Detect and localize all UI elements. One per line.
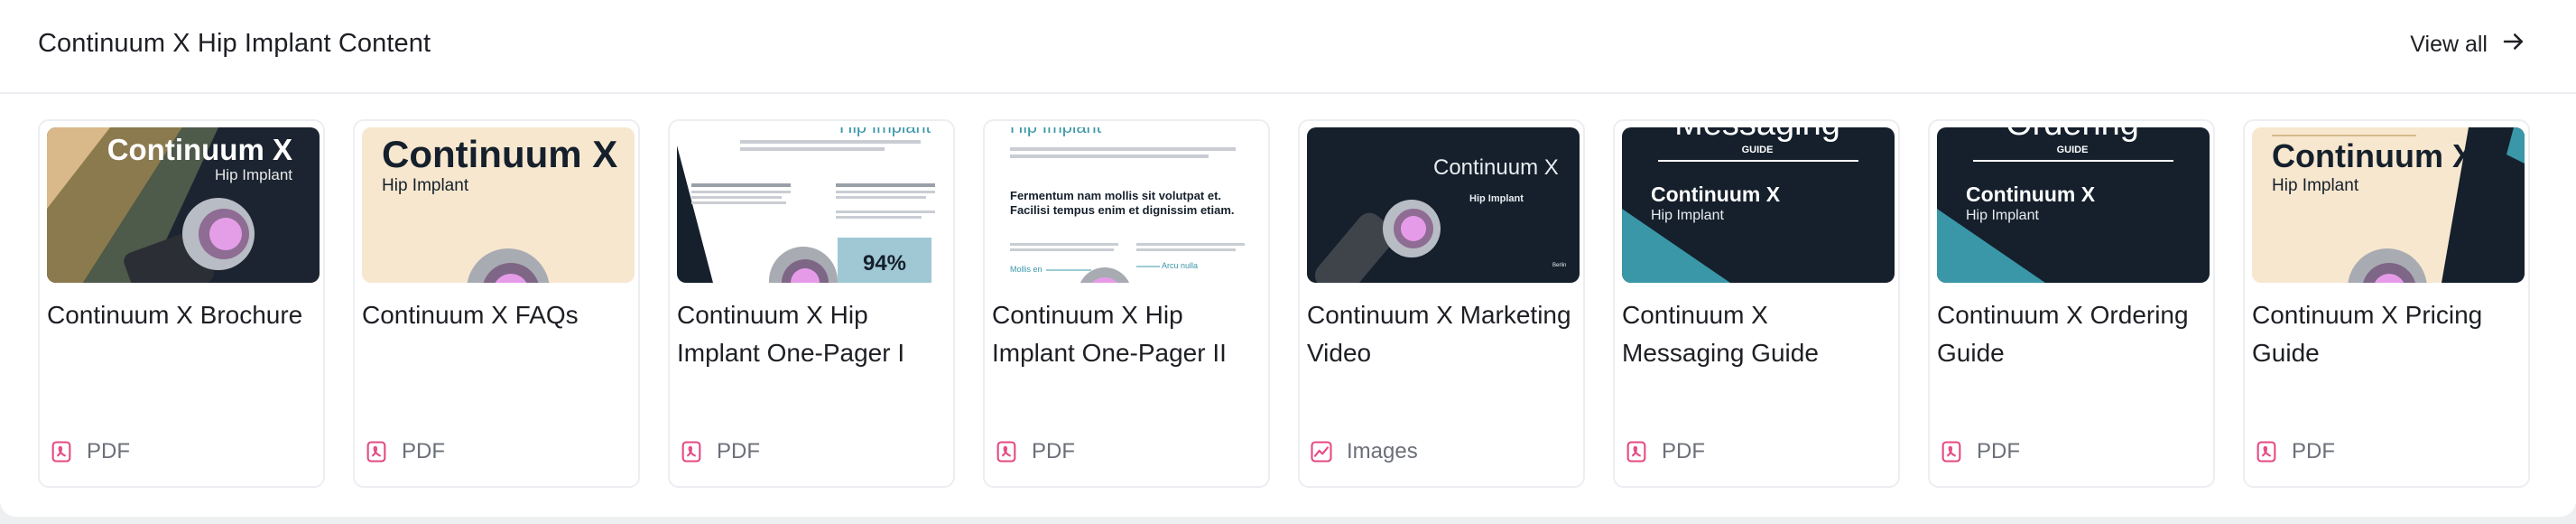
thumb-top: Ordering	[2006, 127, 2139, 143]
card-type: PDF	[49, 439, 130, 464]
card-title: Continuum X Ordering Guide	[1937, 301, 2189, 367]
content-panel: Continuum X Hip Implant Content View all…	[0, 0, 2576, 517]
card-type: PDF	[1624, 439, 1705, 464]
thumb-top: Messaging	[1674, 127, 1840, 143]
card-thumbnail: Messaging GUIDE Continuum X Hip Implant	[1622, 127, 1895, 283]
content-card[interactable]: Continuum X Hip Implant Continuum X Broc…	[38, 119, 325, 488]
card-type: PDF	[2254, 439, 2335, 464]
card-type-label: PDF	[1977, 439, 2020, 463]
content-card[interactable]: Hip Implant Fermentum nam mollis sit vol…	[983, 119, 1270, 488]
content-card[interactable]: Continuum X Hip Implant Berlin Continuum…	[1298, 119, 1585, 488]
card-title: Continuum X Messaging Guide	[1622, 301, 1819, 367]
content-card[interactable]: Hip Implant 94% Continuum X Hip Implant …	[668, 119, 955, 488]
card-title: Continuum X FAQs	[362, 301, 579, 329]
thumb-sub: Hip Implant	[382, 176, 469, 195]
arrow-right-icon	[2500, 28, 2527, 61]
card-title: Continuum X Marketing Video	[1307, 301, 1571, 367]
section-header: Continuum X Hip Implant Content View all	[0, 0, 2576, 94]
card-type-label: PDF	[2292, 439, 2335, 463]
card-thumbnail: Continuum X Hip Implant	[362, 127, 635, 283]
thumb-heading: Continuum X	[107, 133, 292, 166]
card-title: Continuum X Hip Implant One-Pager I	[677, 301, 905, 367]
card-type-label: PDF	[87, 439, 130, 463]
card-thumbnail: Hip Implant 94%	[677, 127, 950, 283]
thumb-heading: Continuum X	[382, 133, 617, 175]
thumb-sub: Hip Implant	[2272, 176, 2359, 195]
card-type: Images	[1309, 439, 1418, 464]
thumb-heading: Continuum X	[1966, 182, 2096, 206]
thumb-body: Fermentum nam mollis sit volutpat et. Fa…	[1010, 189, 1235, 217]
card-title: Continuum X Hip Implant One-Pager II	[992, 301, 1227, 367]
card-thumbnail: Continuum X Hip Implant	[2252, 127, 2525, 283]
content-card[interactable]: Messaging GUIDE Continuum X Hip Implant …	[1613, 119, 1900, 488]
card-type: PDF	[679, 439, 760, 464]
card-type-label: PDF	[402, 439, 445, 463]
image-icon	[1311, 441, 1332, 463]
view-all-label: View all	[2410, 32, 2488, 57]
thumb-guide: GUIDE	[1742, 145, 1774, 155]
thumb-heading: Continuum X	[1433, 155, 1559, 180]
pdf-icon	[996, 441, 1016, 463]
thumb-footer: Berlin	[1552, 263, 1566, 268]
card-thumbnail: Ordering GUIDE Continuum X Hip Implant	[1937, 127, 2210, 283]
thumb-sub: Hip Implant	[1966, 208, 2039, 223]
thumb-heading: Hip Implant	[839, 127, 931, 137]
thumb-heading: Continuum X	[1651, 182, 1781, 206]
thumb-stat: 94%	[863, 251, 906, 276]
thumb-heading: Hip Implant	[1010, 127, 1102, 137]
content-card[interactable]: Ordering GUIDE Continuum X Hip Implant C…	[1928, 119, 2215, 488]
thumb-sub: Hip Implant	[215, 166, 292, 183]
card-type-label: Images	[1347, 439, 1418, 463]
card-type-label: PDF	[1032, 439, 1075, 463]
card-title: Continuum X Pricing Guide	[2252, 301, 2483, 367]
section-title: Continuum X Hip Implant Content	[38, 29, 431, 58]
pdf-icon	[366, 441, 386, 463]
card-type: PDF	[1939, 439, 2020, 464]
card-type-label: PDF	[717, 439, 760, 463]
thumb-heading: Continuum X	[2272, 137, 2474, 174]
card-title: Continuum X Brochure	[47, 301, 303, 329]
thumb-right-label: Arcu nulla	[1162, 261, 1198, 270]
pdf-icon	[1941, 441, 1961, 463]
pdf-icon	[2256, 441, 2276, 463]
card-thumbnail: Continuum X Hip Implant Berlin	[1307, 127, 1580, 283]
card-type: PDF	[994, 439, 1075, 464]
thumb-left-label: Mollis en	[1010, 265, 1042, 274]
content-card[interactable]: Continuum X Hip Implant Continuum X FAQs…	[353, 119, 640, 488]
card-thumbnail: Hip Implant Fermentum nam mollis sit vol…	[992, 127, 1265, 283]
thumb-sub: Hip Implant	[1651, 208, 1724, 223]
pdf-icon	[681, 441, 701, 463]
thumb-guide: GUIDE	[2057, 145, 2089, 155]
card-thumbnail: Continuum X Hip Implant	[47, 127, 320, 283]
card-type: PDF	[364, 439, 445, 464]
pdf-icon	[51, 441, 71, 463]
pdf-icon	[1626, 441, 1646, 463]
content-card[interactable]: Continuum X Hip Implant Continuum X Pric…	[2243, 119, 2530, 488]
thumb-sub: Hip Implant	[1469, 193, 1524, 204]
card-type-label: PDF	[1662, 439, 1705, 463]
view-all-link[interactable]: View all	[2410, 28, 2527, 61]
